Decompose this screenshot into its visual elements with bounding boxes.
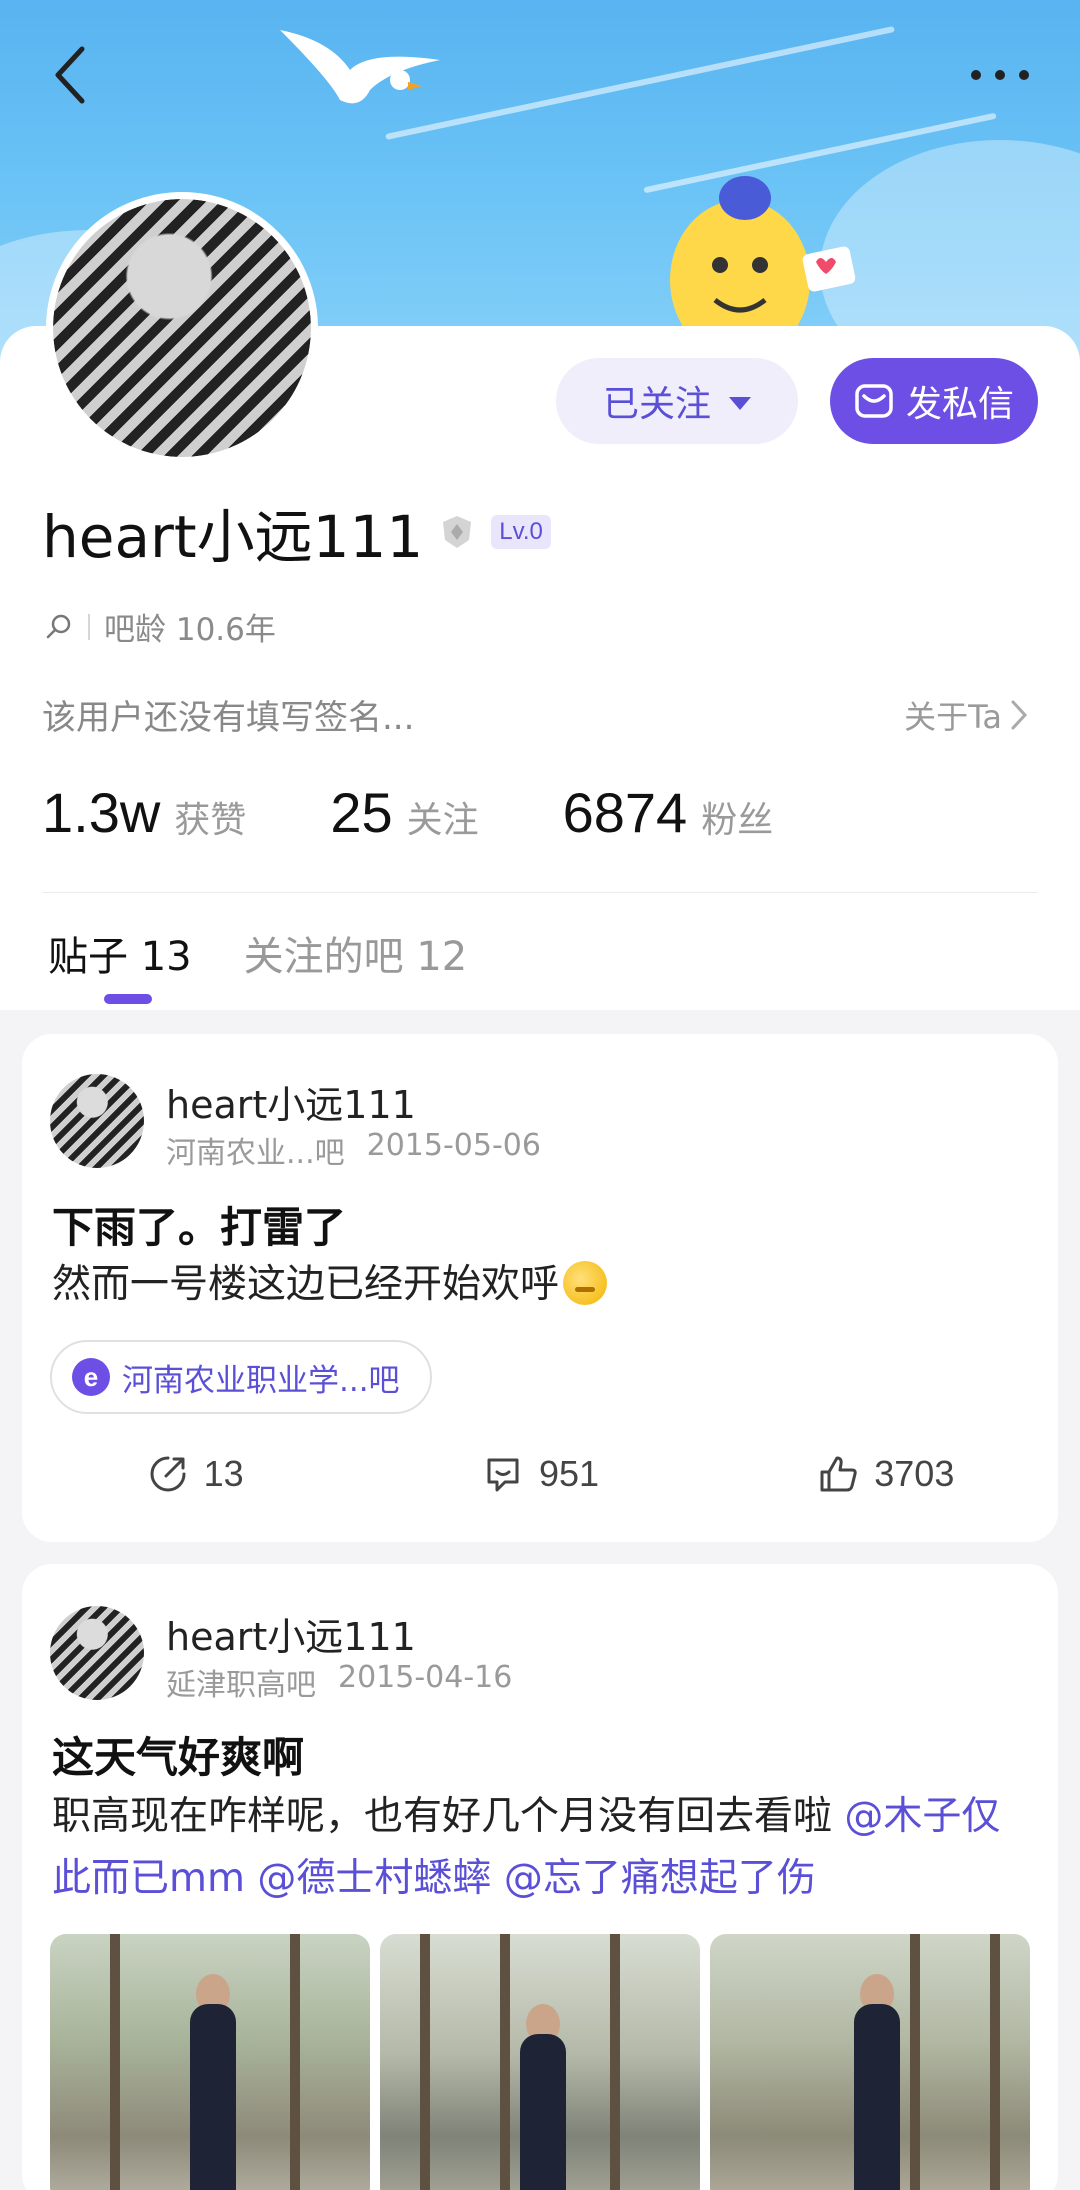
post-date: 2015-05-06: [366, 1128, 541, 1163]
about-link[interactable]: 关于Ta: [904, 692, 1030, 738]
bar-age: 吧龄 10.6年: [104, 612, 276, 648]
chevron-left-icon: [55, 46, 85, 104]
like-count: 3703: [874, 1453, 955, 1494]
more-dots-icon: [971, 70, 1029, 80]
divider: [42, 892, 1038, 893]
follow-button-label: 已关注: [602, 384, 711, 425]
banner-light-beam: [385, 26, 895, 140]
back-button[interactable]: [40, 40, 100, 110]
post-photos: [50, 1934, 1030, 2190]
envelope-icon: [855, 384, 893, 418]
about-label: 关于Ta: [904, 698, 1002, 736]
like-button[interactable]: 3703: [713, 1444, 1058, 1504]
stats-row: 1.3w 获赞 25 关注 6874 粉丝: [42, 780, 857, 845]
post-photo[interactable]: [50, 1934, 370, 2190]
post-title: 下雨了。打雷了: [52, 1203, 347, 1252]
forum-tag-chip[interactable]: e 河南农业职业学...吧: [50, 1340, 432, 1414]
tab-followed-bars[interactable]: 关注的吧 12: [244, 924, 468, 982]
comment-icon: [487, 1458, 519, 1492]
level-badge[interactable]: Lv.0: [491, 515, 551, 549]
stat-label: 粉丝: [701, 800, 774, 841]
post-body-text: 然而一号楼这边已经开始欢呼: [52, 1262, 560, 1307]
post-forum[interactable]: 延津职高吧: [166, 1660, 316, 1704]
avatar-image: [53, 199, 311, 457]
stat-label: 关注: [406, 800, 479, 841]
post-body-text: 职高现在咋样呢，也有好几个月没有回去看啦: [52, 1794, 845, 1839]
share-count: 13: [203, 1453, 244, 1494]
post-meta: 河南农业...吧 2015-05-06: [166, 1128, 541, 1172]
comment-count: 951: [538, 1453, 600, 1494]
profile-tabs: 贴子 13 关注的吧 12: [48, 924, 467, 982]
signature: 该用户还没有填写签名...: [42, 698, 415, 738]
post-date: 2015-04-16: [338, 1660, 513, 1695]
send-message-button[interactable]: 发私信: [830, 358, 1038, 444]
stat-value: 25: [330, 781, 393, 844]
user-mention[interactable]: @忘了痛想起了伤: [504, 1856, 816, 1901]
username-row: heart小远111 Lv.0: [42, 490, 551, 574]
post-photo[interactable]: [710, 1934, 1030, 2190]
post-author-name[interactable]: heart小远111: [166, 1606, 416, 1661]
seagull-illustration: [280, 30, 440, 104]
send-message-label: 发私信: [905, 384, 1014, 425]
post-body: 职高现在咋样呢，也有好几个月没有回去看啦 @木子仅此而已mm @德士村蟋蟀 @忘…: [52, 1786, 1028, 1910]
stat-following[interactable]: 25 关注: [330, 780, 478, 845]
username: heart小远111: [42, 503, 424, 571]
share-button[interactable]: 13: [22, 1444, 367, 1504]
grimace-emoji-icon: [563, 1261, 608, 1305]
tieba-logo-icon: e: [72, 1358, 110, 1396]
post-title: 这天气好爽啊: [52, 1733, 305, 1782]
meta-line: 吧龄 10.6年: [44, 604, 276, 649]
user-mention[interactable]: @德士村蟋蟀: [257, 1856, 491, 1901]
stat-likes[interactable]: 1.3w 获赞: [42, 780, 246, 845]
stat-value: 6874: [562, 781, 688, 844]
stat-label: 获赞: [174, 800, 247, 841]
post-card[interactable]: heart小远111 河南农业...吧 2015-05-06 下雨了。打雷了 然…: [22, 1034, 1058, 1542]
more-options-button[interactable]: [960, 50, 1040, 100]
active-tab-indicator: [104, 994, 152, 1004]
post-forum[interactable]: 河南农业...吧: [166, 1128, 345, 1172]
post-card[interactable]: heart小远111 延津职高吧 2015-04-16 这天气好爽啊 职高现在咋…: [22, 1564, 1058, 2190]
search-icon[interactable]: [44, 612, 74, 642]
stat-value: 1.3w: [42, 781, 161, 844]
post-author-avatar[interactable]: [50, 1606, 144, 1700]
caret-down-icon: [729, 396, 751, 410]
post-meta: 延津职高吧 2015-04-16: [166, 1660, 512, 1704]
comment-button[interactable]: 951: [367, 1444, 712, 1504]
post-body: 然而一号楼这边已经开始欢呼: [52, 1254, 1028, 1316]
post-author-name[interactable]: heart小远111: [166, 1074, 416, 1129]
forum-tag-label: 河南农业职业学...吧: [122, 1362, 400, 1399]
follow-status-button[interactable]: 已关注: [556, 358, 798, 444]
thumbs-up-icon: [820, 1456, 857, 1492]
post-actions: 13 951 3703: [22, 1444, 1058, 1504]
chevron-right-icon: [1011, 700, 1028, 730]
tab-posts[interactable]: 贴子 13: [48, 924, 192, 982]
post-author-avatar[interactable]: [50, 1074, 144, 1168]
stat-followers[interactable]: 6874 粉丝: [563, 780, 774, 845]
profile-avatar[interactable]: [46, 192, 318, 464]
post-photo[interactable]: [380, 1934, 700, 2190]
gray-shield-badge-icon: [443, 516, 472, 548]
meta-separator: [88, 613, 90, 640]
share-icon: [150, 1456, 186, 1492]
